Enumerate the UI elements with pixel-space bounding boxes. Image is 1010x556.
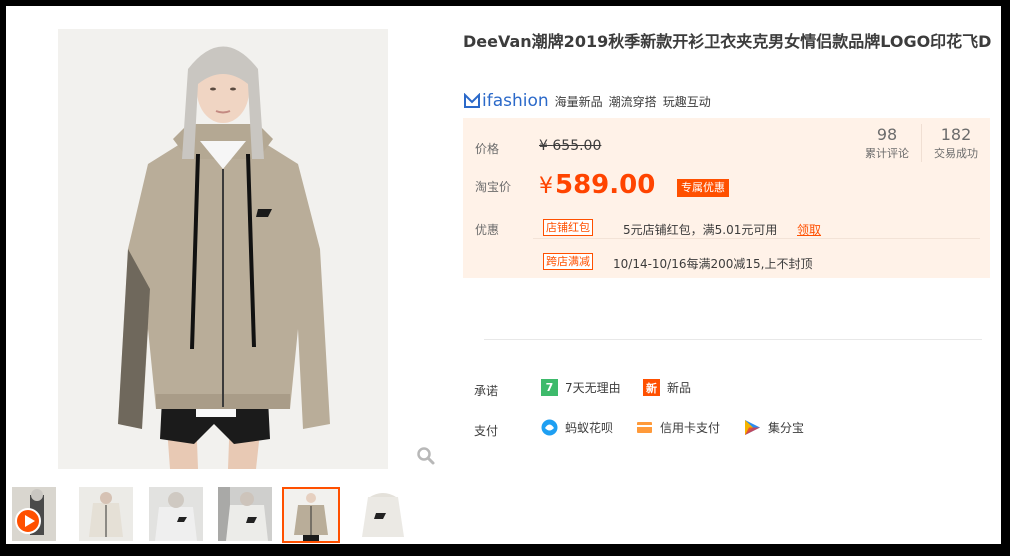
brand-tag: 海量新品 [554, 94, 603, 109]
brand-tag: 潮流穿搭 [608, 94, 657, 109]
thumbnail-item[interactable] [356, 487, 410, 541]
taobao-price-label: 淘宝价 [475, 180, 512, 194]
credit-card-text: 信用卡支付 [660, 421, 721, 435]
thumbnail-item[interactable] [79, 487, 133, 541]
main-product-image[interactable] [58, 29, 388, 469]
new-product[interactable]: 新 新品 [643, 379, 691, 396]
thumbnail-item-active[interactable] [282, 487, 340, 543]
stats-panel: 98 累计评论 182 交易成功 [853, 124, 990, 162]
review-count-label: 累计评论 [865, 147, 909, 160]
section-divider [484, 339, 982, 340]
currency-symbol: ¥ [539, 138, 548, 154]
review-count-value: 98 [876, 125, 898, 144]
sales-count-value: 182 [940, 125, 972, 144]
jifenbao-icon [745, 420, 760, 435]
currency-symbol: ¥ [539, 174, 553, 199]
ant-huabei-icon [541, 419, 558, 436]
shop-coupon-tag: 店铺红包 [543, 219, 593, 236]
new-product-icon: 新 [643, 379, 660, 396]
jifenbao-text: 集分宝 [768, 421, 805, 435]
new-product-text: 新品 [667, 381, 692, 395]
product-page: DeeVan潮牌2019秋季新款开衫卫衣夹克男女情侣款品牌LOGO印花飞D if… [6, 6, 1001, 544]
promo-divider [533, 238, 980, 239]
seven-day-return-text: 7天无理由 [565, 381, 621, 395]
price-label: 价格 [475, 142, 500, 156]
payment-label: 支付 [474, 424, 499, 438]
claim-coupon-link[interactable]: 领取 [797, 221, 821, 238]
sales-count: 182 交易成功 [921, 124, 990, 162]
original-price: ¥ 655.00 [539, 138, 601, 154]
cross-store-tag: 跨店满减 [543, 253, 593, 270]
ant-huabei[interactable]: 蚂蚁花呗 [541, 419, 613, 436]
cross-store-text: 10/14-10/16每满200减15,上不封顶 [613, 257, 813, 271]
price-panel: 价格 ¥ 655.00 淘宝价 ¥589.00 专属优惠 98 累计评论 182… [463, 118, 990, 278]
ant-huabei-text: 蚂蚁花呗 [565, 421, 614, 435]
sales-count-label: 交易成功 [934, 147, 978, 160]
credit-card-icon [637, 422, 652, 433]
credit-card[interactable]: 信用卡支付 [636, 419, 720, 436]
jifenbao[interactable]: 集分宝 [744, 419, 804, 436]
seven-day-return-icon: 7 [541, 379, 558, 396]
ifashion-logo[interactable]: ifashion [463, 91, 549, 111]
thumbnail-item[interactable] [218, 487, 272, 541]
product-title: DeeVan潮牌2019秋季新款开衫卫衣夹克男女情侣款品牌LOGO印花飞D [463, 32, 992, 51]
ifashion-m-icon [464, 93, 480, 108]
current-price: ¥589.00 [539, 170, 655, 200]
brand-row: ifashion 海量新品 潮流穿搭 玩趣互动 [463, 90, 717, 112]
commitment-label: 承诺 [474, 384, 499, 398]
review-count[interactable]: 98 累计评论 [853, 124, 921, 162]
original-price-value: 655.00 [552, 138, 602, 154]
thumbnail-video[interactable] [12, 487, 56, 541]
thumbnail-strip [6, 485, 436, 544]
brand-tag: 玩趣互动 [662, 94, 711, 109]
promotion-label: 优惠 [475, 223, 500, 237]
brand-logo-text: ifashion [482, 91, 549, 111]
zoom-icon[interactable] [416, 446, 436, 466]
play-icon[interactable] [15, 508, 41, 534]
shop-coupon-text: 5元店铺红包，满5.01元可用 [623, 223, 778, 237]
seven-day-return[interactable]: 7 7天无理由 [541, 379, 621, 396]
thumbnail-item[interactable] [149, 487, 203, 541]
special-offer-badge[interactable]: 专属优惠 [677, 179, 729, 197]
current-price-value: 589.00 [555, 170, 656, 200]
